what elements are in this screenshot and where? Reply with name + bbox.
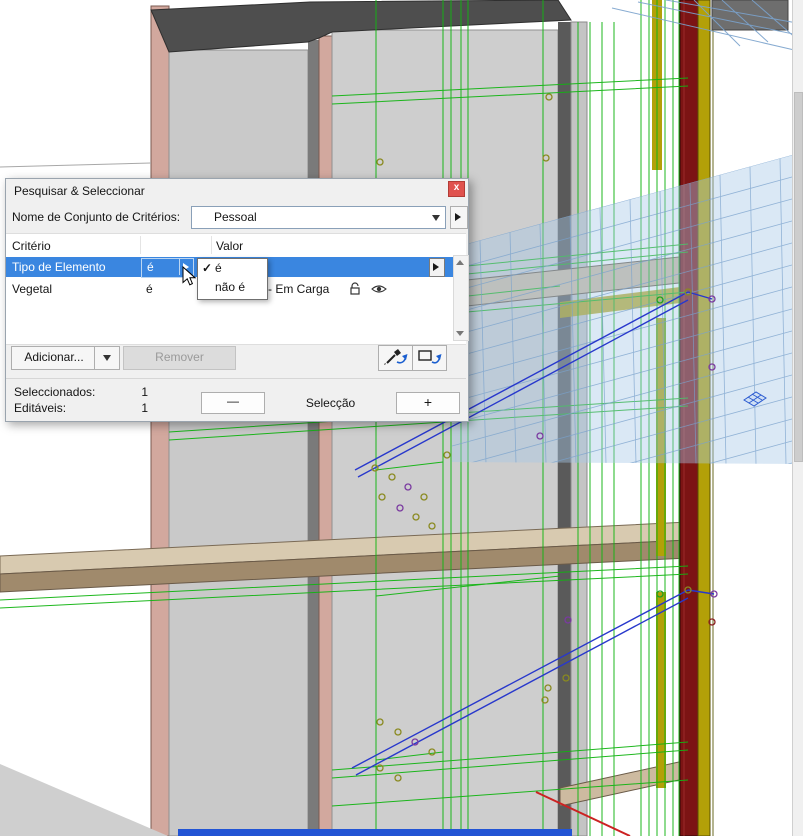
chevron-down-icon xyxy=(432,215,440,221)
scroll-down-icon xyxy=(456,331,464,336)
operator-value: é xyxy=(146,282,153,296)
value-flyout-button[interactable] xyxy=(429,258,445,277)
pick-up-settings-button[interactable] xyxy=(378,345,413,371)
marquee-icon xyxy=(414,357,445,371)
column-divider xyxy=(211,236,212,254)
remove-button[interactable]: Remover xyxy=(123,346,236,370)
app-vscrollbar-thumb[interactable] xyxy=(794,92,803,462)
criterion-value: - Em Carga xyxy=(268,282,329,296)
bottom-blue-strip xyxy=(178,829,572,836)
column-header-value: Valor xyxy=(216,239,243,253)
selected-count-value: 1 xyxy=(106,385,148,399)
layer-visibility-icon xyxy=(371,283,387,298)
selected-count-label: Seleccionados: xyxy=(14,385,95,399)
select-button[interactable]: + xyxy=(396,392,460,414)
chevron-right-icon xyxy=(433,263,439,271)
separator xyxy=(6,378,466,379)
eyedropper-icon xyxy=(380,357,411,371)
scroll-down-button[interactable] xyxy=(454,327,466,340)
chevron-right-icon xyxy=(455,213,461,221)
dialog-title: Pesquisar & Seleccionar xyxy=(14,184,145,198)
operator-menu-item-label: não é xyxy=(215,278,245,297)
criterion-name: Vegetal xyxy=(12,282,52,296)
add-button-dropdown[interactable] xyxy=(94,346,120,370)
mouse-cursor xyxy=(182,266,196,287)
list-scrollbar[interactable] xyxy=(453,255,469,341)
operator-menu-item[interactable]: ✓ é xyxy=(198,259,267,278)
apply-to-marquee-button[interactable] xyxy=(412,345,447,371)
criteria-set-value: Pessoal xyxy=(214,210,257,224)
close-button[interactable]: x xyxy=(448,181,465,197)
scroll-up-button[interactable] xyxy=(454,256,466,269)
find-select-dialog: Pesquisar & Seleccionar x Nome de Conjun… xyxy=(5,178,469,422)
criterion-name: Tipo de Elemento xyxy=(12,260,106,274)
editable-count-label: Editáveis: xyxy=(14,401,66,415)
operator-menu-item[interactable]: não é xyxy=(198,278,267,297)
column-divider xyxy=(140,236,141,254)
scroll-up-icon xyxy=(456,260,464,265)
app-window: Pesquisar & Seleccionar x Nome de Conjun… xyxy=(0,0,803,836)
deselect-button[interactable]: — xyxy=(201,392,265,414)
operator-menu-item-label: é xyxy=(215,259,222,278)
operator-menu: ✓ é não é xyxy=(197,258,268,300)
column-header-criterion: Critério xyxy=(12,239,51,253)
add-button[interactable]: Adicionar... xyxy=(11,346,97,370)
criteria-set-flyout-button[interactable] xyxy=(450,206,468,229)
criteria-set-combobox[interactable]: Pessoal xyxy=(191,206,446,229)
chevron-down-icon xyxy=(103,355,111,361)
app-vscrollbar[interactable] xyxy=(792,0,803,836)
operator-value: é xyxy=(147,260,154,274)
editable-count-value: 1 xyxy=(106,401,148,415)
criteria-set-label: Nome de Conjunto de Critérios: xyxy=(12,210,180,224)
layer-lock-icon xyxy=(347,282,363,299)
check-icon: ✓ xyxy=(202,259,212,278)
selection-label: Selecção xyxy=(268,396,393,410)
